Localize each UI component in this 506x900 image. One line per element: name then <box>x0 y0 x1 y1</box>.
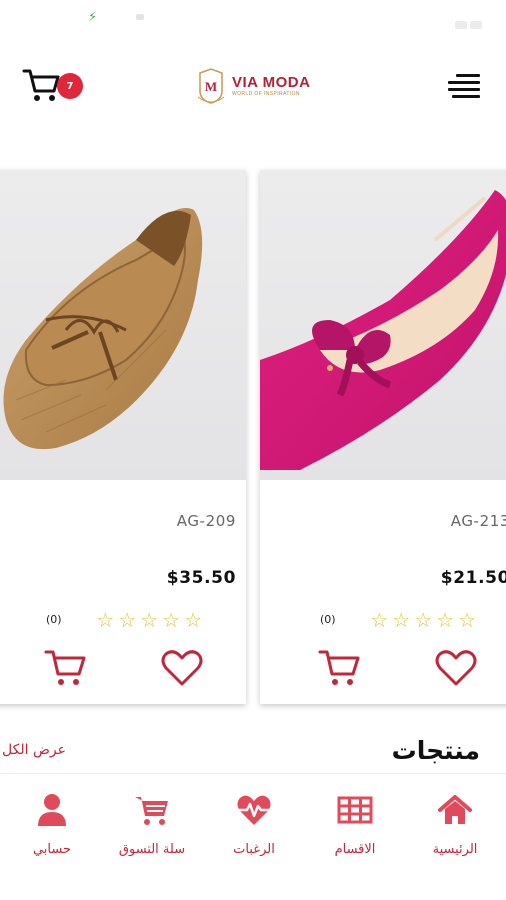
cart-count-badge: 7 <box>57 73 83 99</box>
svg-text:M: M <box>205 79 217 94</box>
rating-stars[interactable]: ☆ ☆ ☆ ☆ ☆ <box>366 610 476 630</box>
rating-stars[interactable]: ☆ ☆ ☆ ☆ ☆ <box>92 610 202 630</box>
star-icon[interactable]: ☆ <box>96 610 114 630</box>
product-card[interactable]: AG-213 $21.50 ☆ ☆ ☆ ☆ ☆ (0) <box>260 170 506 704</box>
heart-icon <box>435 650 477 686</box>
grid-icon <box>337 796 373 824</box>
star-icon[interactable]: ☆ <box>458 610 476 630</box>
menu-button[interactable] <box>448 74 480 98</box>
star-icon[interactable]: ☆ <box>370 610 388 630</box>
home-icon <box>438 795 472 824</box>
nav-wishlist[interactable]: الرغبات <box>204 788 304 868</box>
nav-cart[interactable]: سلة التسوق <box>102 788 202 868</box>
view-all-link[interactable]: عرض الكل <box>2 742 66 758</box>
logo-emblem-icon: M <box>197 68 225 104</box>
brand-logo: M VIA MODA WORLD OF INSPIRATION <box>196 66 310 106</box>
header-cart-button[interactable] <box>22 67 62 103</box>
review-count: (0) <box>320 613 336 626</box>
cart-icon <box>135 797 168 825</box>
add-to-cart-button[interactable] <box>44 648 88 688</box>
nav-label: الرئيسية <box>432 842 478 857</box>
product-image[interactable] <box>0 170 246 480</box>
product-card[interactable]: AG-209 $35.50 ☆ ☆ ☆ ☆ ☆ (0) <box>0 170 246 704</box>
pink-flat-image-icon <box>260 190 506 470</box>
star-icon[interactable]: ☆ <box>140 610 158 630</box>
status-bar: ⚡ <box>0 0 506 40</box>
star-icon[interactable]: ☆ <box>118 610 136 630</box>
section-title: منتجات <box>391 736 480 765</box>
loafer-image-icon <box>3 208 203 450</box>
wishlist-button[interactable] <box>434 648 478 688</box>
product-sku: AG-209 <box>176 512 236 530</box>
review-count: (0) <box>46 613 62 626</box>
star-icon[interactable]: ☆ <box>436 610 454 630</box>
nav-home[interactable]: الرئيسية <box>405 788 505 868</box>
status-indicator <box>136 14 144 20</box>
nav-label: الاقسام <box>334 842 376 857</box>
product-carousel[interactable]: AG-209 $35.50 ☆ ☆ ☆ ☆ ☆ (0) AG-213 $21.5… <box>0 170 506 706</box>
wishlist-button[interactable] <box>160 648 204 688</box>
brand-tagline: WORLD OF INSPIRATION <box>232 90 300 97</box>
user-icon <box>38 794 66 826</box>
star-icon[interactable]: ☆ <box>184 610 202 630</box>
bottom-navigation: الرئيسية الاقسام الرغبات سلة التسوق حساب… <box>0 773 506 900</box>
product-price: $35.50 <box>166 568 236 588</box>
product-price: $21.50 <box>440 568 506 588</box>
nav-label: حسابي <box>32 842 72 857</box>
star-icon[interactable]: ☆ <box>414 610 432 630</box>
nav-categories[interactable]: الاقسام <box>305 788 405 868</box>
cart-icon <box>44 650 86 685</box>
nav-account[interactable]: حسابي <box>2 788 102 868</box>
nav-label: الرغبات <box>233 842 275 857</box>
products-section-header: منتجات عرض الكل <box>0 728 506 768</box>
add-to-cart-button[interactable] <box>318 648 362 688</box>
cart-icon <box>22 69 60 101</box>
product-image[interactable] <box>260 170 506 480</box>
product-sku: AG-213 <box>450 512 506 530</box>
charging-icon: ⚡ <box>88 10 98 25</box>
status-icons <box>452 14 492 29</box>
heart-pulse-icon <box>237 795 271 825</box>
star-icon[interactable]: ☆ <box>162 610 180 630</box>
heart-icon <box>161 650 203 686</box>
star-icon[interactable]: ☆ <box>392 610 410 630</box>
nav-label: سلة التسوق <box>118 842 186 857</box>
brand-name: VIA MODA <box>232 73 311 91</box>
cart-icon <box>318 650 360 685</box>
